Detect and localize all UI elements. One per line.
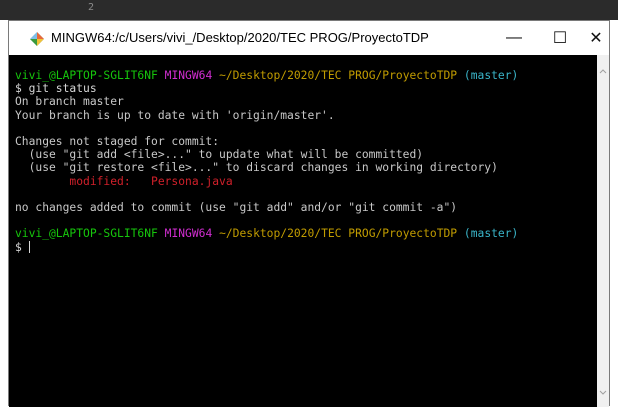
output-modified-file: Persona.java — [151, 174, 233, 188]
background-window-strip: 2 — [0, 0, 618, 20]
output-modified-label: modified: — [15, 174, 152, 188]
output-changes-header: Changes not staged for commit: — [15, 135, 220, 149]
window-title: MINGW64:/c/Users/vivi_/Desktop/2020/TEC … — [51, 30, 429, 45]
minimize-icon: — — [506, 29, 522, 46]
prompt-branch: (master) — [463, 69, 519, 82]
output-no-changes: no changes added to commit (use "git add… — [15, 201, 458, 215]
git-bash-icon — [29, 31, 45, 47]
command-line: $ git status — [15, 82, 97, 96]
prompt-user-host: vivi_@LAPTOP-SGLIT6NF — [15, 227, 158, 241]
title-bar[interactable]: MINGW64:/c/Users/vivi_/Desktop/2020/TEC … — [9, 21, 609, 55]
close-button[interactable]: ✕ — [583, 21, 609, 55]
minimize-button[interactable]: — — [491, 21, 537, 55]
scroll-up-arrow-icon[interactable] — [599, 61, 607, 79]
text-cursor — [28, 240, 30, 253]
input-prompt: $ — [15, 240, 29, 254]
prompt-env: MINGW64 — [164, 227, 213, 241]
close-icon: ✕ — [589, 30, 603, 47]
prompt-branch: (master) — [463, 227, 519, 241]
terminal-window[interactable]: MINGW64:/c/Users/vivi_/Desktop/2020/TEC … — [8, 20, 610, 407]
prompt-env: MINGW64 — [164, 69, 213, 82]
maximize-icon: ☐ — [552, 30, 568, 47]
terminal-output: vivi_@LAPTOP-SGLIT6NF MINGW64 ~/Desktop/… — [15, 69, 518, 254]
maximize-button[interactable]: ☐ — [537, 21, 583, 55]
terminal-area[interactable]: vivi_@LAPTOP-SGLIT6NF MINGW64 ~/Desktop/… — [9, 55, 597, 407]
output-up-to-date: Your branch is up to date with 'origin/m… — [15, 108, 335, 122]
background-text: 2 — [88, 2, 95, 13]
prompt-user-host: vivi_@LAPTOP-SGLIT6NF — [15, 69, 158, 82]
prompt-path: ~/Desktop/2020/TEC PROG/ProyectoTDP — [219, 227, 458, 241]
prompt-path: ~/Desktop/2020/TEC PROG/ProyectoTDP — [219, 69, 458, 82]
output-on-branch: On branch master — [15, 95, 124, 109]
scroll-down-arrow-icon[interactable] — [599, 383, 607, 401]
vertical-scrollbar[interactable] — [597, 55, 609, 407]
output-hint-add: (use "git add <file>..." to update what … — [15, 148, 424, 162]
output-hint-restore: (use "git restore <file>..." to discard … — [15, 161, 498, 175]
